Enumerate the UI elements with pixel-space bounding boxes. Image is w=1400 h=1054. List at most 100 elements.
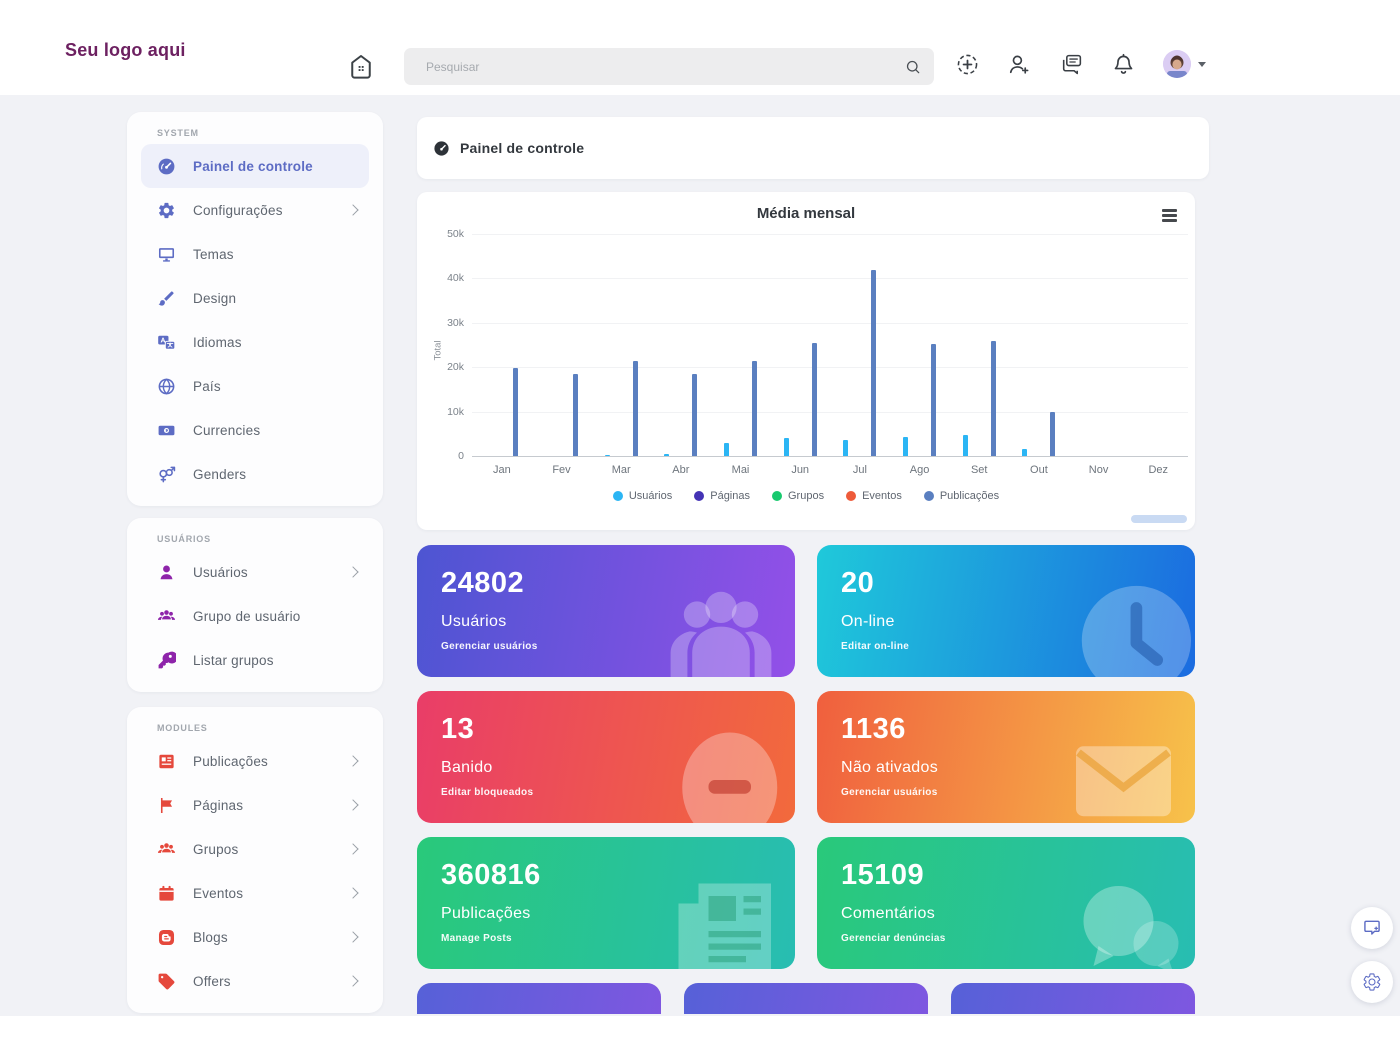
feedback-button[interactable] xyxy=(1351,907,1393,949)
legend-item-eventos[interactable]: Eventos xyxy=(846,490,902,502)
sidebar-item-publicacoes[interactable]: Publicações xyxy=(141,739,369,783)
bar-usuários[interactable] xyxy=(963,435,968,456)
minus-circle-icon xyxy=(661,715,781,823)
sidebar-item-painel-de-controle[interactable]: Painel de controle xyxy=(141,144,369,188)
notifications-icon[interactable] xyxy=(1111,52,1136,77)
stat-card-banido[interactable]: 13 Banido Editar bloqueados xyxy=(417,691,795,823)
home-icon[interactable] xyxy=(346,52,376,82)
x-tick-label: Fev xyxy=(532,464,592,476)
bar-publicações[interactable] xyxy=(633,361,638,456)
sidebar-item-eventos[interactable]: Eventos xyxy=(141,871,369,915)
sidebar-item-currencies[interactable]: Currencies xyxy=(141,408,369,452)
sidebar-section-modules: MODULES Publicações Páginas Grupos Event… xyxy=(127,707,383,1013)
chevron-right-icon xyxy=(347,975,358,986)
newspaper-icon xyxy=(661,861,781,969)
x-tick-label: Mai xyxy=(711,464,771,476)
chevron-right-icon xyxy=(347,887,358,898)
bar-publicações[interactable] xyxy=(991,341,996,456)
stat-sublabel: Gerenciar usuários xyxy=(441,641,538,652)
add-user-icon[interactable] xyxy=(1007,52,1032,77)
speedometer-icon xyxy=(157,157,176,176)
settings-button[interactable] xyxy=(1351,961,1393,1003)
stat-label: On-line xyxy=(841,613,895,631)
bar-publicações[interactable] xyxy=(871,270,876,456)
search-icon[interactable] xyxy=(904,58,922,76)
sidebar-item-genders[interactable]: Genders xyxy=(141,452,369,496)
bar-usuários[interactable] xyxy=(724,443,729,456)
partial-stat-card[interactable] xyxy=(951,983,1195,1014)
stat-sublabel: Gerenciar denúncias xyxy=(841,933,946,944)
sidebar-item-temas[interactable]: Temas xyxy=(141,232,369,276)
sidebar-item-label: Design xyxy=(193,291,357,306)
search-input[interactable] xyxy=(404,60,904,74)
bar-usuários[interactable] xyxy=(664,454,669,456)
user-menu[interactable] xyxy=(1163,50,1206,78)
stat-value: 24802 xyxy=(441,567,524,600)
y-tick-label: 20k xyxy=(447,361,464,373)
legend-item-páginas[interactable]: Páginas xyxy=(694,490,750,502)
bar-usuários[interactable] xyxy=(1022,449,1027,456)
bar-publicações[interactable] xyxy=(573,374,578,456)
speedometer-icon xyxy=(433,140,450,157)
bar-publicações[interactable] xyxy=(812,343,817,456)
legend-label: Páginas xyxy=(710,490,750,502)
gridline xyxy=(472,412,1188,413)
bar-usuários[interactable] xyxy=(605,455,610,456)
sidebar-item-paginas[interactable]: Páginas xyxy=(141,783,369,827)
bar-publicações[interactable] xyxy=(513,368,518,456)
breadcrumb: Painel de controle xyxy=(417,117,1209,179)
x-tick-label: Jun xyxy=(770,464,830,476)
stat-sublabel: Gerenciar usuários xyxy=(841,787,938,798)
chart-menu-icon[interactable] xyxy=(1162,209,1177,224)
sidebar-item-label: Currencies xyxy=(193,423,357,438)
search-bar xyxy=(404,48,934,85)
gridline xyxy=(472,323,1188,324)
sidebar-item-label: Idiomas xyxy=(193,335,357,350)
legend-item-grupos[interactable]: Grupos xyxy=(772,490,824,502)
sidebar-item-idiomas[interactable]: Idiomas xyxy=(141,320,369,364)
bar-usuários[interactable] xyxy=(784,438,789,456)
stat-card-nao-ativados[interactable]: 1136 Não ativados Gerenciar usuários xyxy=(817,691,1195,823)
x-tick-label: Abr xyxy=(651,464,711,476)
partial-cards-row xyxy=(417,983,1195,1014)
partial-stat-card[interactable] xyxy=(684,983,928,1014)
gridline xyxy=(472,278,1188,279)
sidebar-item-listar-grupos[interactable]: Listar grupos xyxy=(141,638,369,682)
sidebar-item-grupos[interactable]: Grupos xyxy=(141,827,369,871)
user-icon xyxy=(157,563,176,582)
bar-publicações[interactable] xyxy=(1050,412,1055,456)
stat-card-usuarios[interactable]: 24802 Usuários Gerenciar usuários xyxy=(417,545,795,677)
globe-icon xyxy=(157,377,176,396)
bar-publicações[interactable] xyxy=(752,361,757,456)
sidebar-item-blogs[interactable]: Blogs xyxy=(141,915,369,959)
x-tick-label: Set xyxy=(949,464,1009,476)
chevron-down-icon xyxy=(1198,62,1206,67)
bar-publicações[interactable] xyxy=(692,374,697,456)
y-axis-label: Total xyxy=(433,340,444,360)
avatar[interactable] xyxy=(1163,50,1191,78)
stat-label: Usuários xyxy=(441,613,507,631)
bar-usuários[interactable] xyxy=(843,440,848,456)
sidebar-item-configuracoes[interactable]: Configurações xyxy=(141,188,369,232)
sidebar-item-usuarios[interactable]: Usuários xyxy=(141,550,369,594)
sidebar-item-grupo-de-usuario[interactable]: Grupo de usuário xyxy=(141,594,369,638)
users-icon xyxy=(661,569,781,677)
stat-card-publicacoes[interactable]: 360816 Publicações Manage Posts xyxy=(417,837,795,969)
bar-publicações[interactable] xyxy=(931,344,936,456)
stat-card-comentarios[interactable]: 15109 Comentários Gerenciar denúncias xyxy=(817,837,1195,969)
messages-icon[interactable] xyxy=(1059,52,1084,77)
legend-label: Grupos xyxy=(788,490,824,502)
sidebar-item-offers[interactable]: Offers xyxy=(141,959,369,1003)
partial-stat-card[interactable] xyxy=(417,983,661,1014)
sidebar-item-label: País xyxy=(193,379,357,394)
add-new-icon[interactable] xyxy=(955,52,980,77)
stat-value: 13 xyxy=(441,713,474,746)
legend-item-publicações[interactable]: Publicações xyxy=(924,490,999,502)
app-logo[interactable]: Seu logo aqui xyxy=(65,40,186,61)
sidebar-item-design[interactable]: Design xyxy=(141,276,369,320)
chart-scrollbar[interactable] xyxy=(1131,515,1187,523)
sidebar-item-pais[interactable]: País xyxy=(141,364,369,408)
bar-usuários[interactable] xyxy=(903,437,908,456)
stat-card-online[interactable]: 20 On-line Editar on-line xyxy=(817,545,1195,677)
legend-item-usuários[interactable]: Usuários xyxy=(613,490,672,502)
